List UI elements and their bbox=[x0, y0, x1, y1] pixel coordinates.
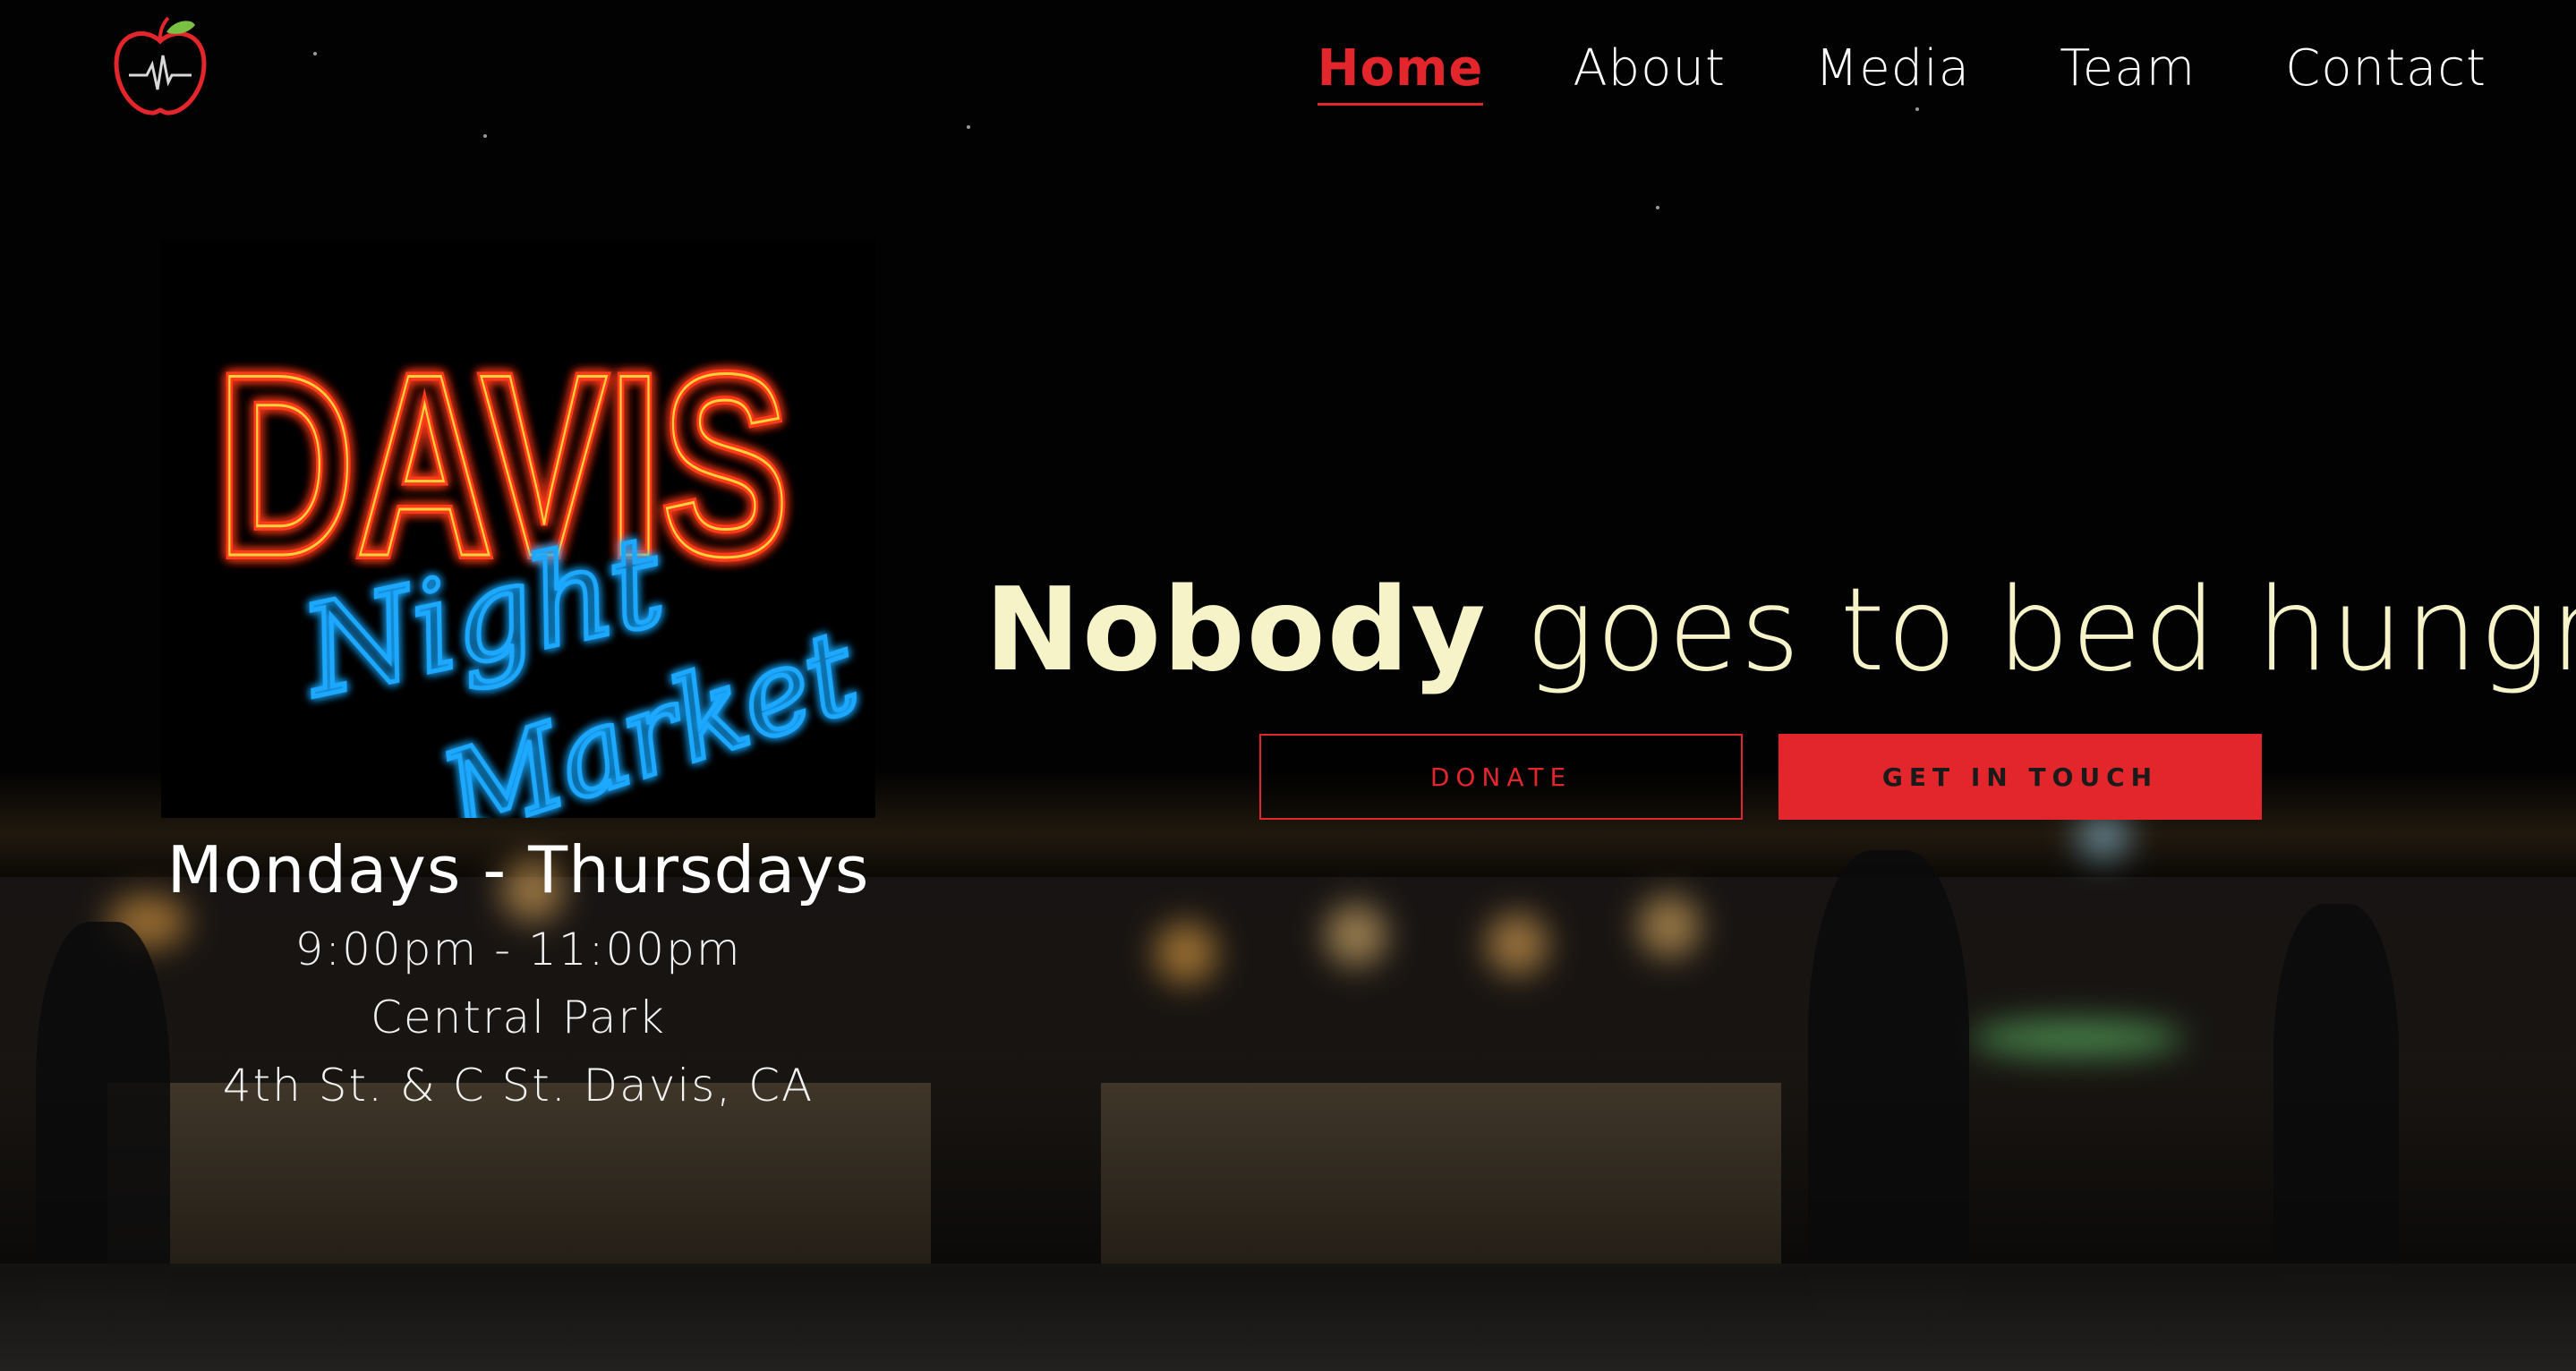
get-in-touch-button[interactable]: GET IN TOUCH bbox=[1778, 734, 2262, 820]
schedule-address: 4th St. & C St. Davis, CA bbox=[222, 1060, 815, 1111]
nav-links: Home About Media Team Contact bbox=[1317, 39, 2486, 106]
nav-item-media[interactable]: Media bbox=[1815, 39, 1970, 103]
hero-buttons: DONATE GET IN TOUCH bbox=[1259, 734, 2262, 820]
schedule-info: Mondays - Thursdays 9:00pm - 11:00pm Cen… bbox=[161, 832, 875, 1128]
nav-item-home[interactable]: Home bbox=[1317, 39, 1484, 106]
apple-heartbeat-logo-icon[interactable] bbox=[109, 14, 211, 120]
nav-item-about[interactable]: About bbox=[1573, 39, 1726, 103]
nav-item-contact[interactable]: Contact bbox=[2285, 39, 2486, 103]
hero-headline-light: goes to bed hungry. bbox=[1525, 564, 2576, 697]
nav-item-team[interactable]: Team bbox=[2060, 39, 2196, 103]
donate-button[interactable]: DONATE bbox=[1259, 734, 1743, 820]
schedule-place: Central Park bbox=[370, 992, 666, 1043]
hero-headline-bold: Nobody bbox=[985, 564, 1488, 697]
page: Home About Media Team Contact DAVIS DAVI… bbox=[0, 0, 2576, 1371]
hero-headline: Nobody goes to bed hungry. bbox=[985, 564, 2576, 697]
schedule-time: 9:00pm - 11:00pm bbox=[294, 924, 742, 975]
schedule-days: Mondays - Thursdays bbox=[166, 832, 870, 907]
top-navigation: Home About Media Team Contact bbox=[0, 0, 2576, 152]
davis-night-market-neon-sign: DAVIS DAVIS Night Market bbox=[161, 240, 875, 866]
